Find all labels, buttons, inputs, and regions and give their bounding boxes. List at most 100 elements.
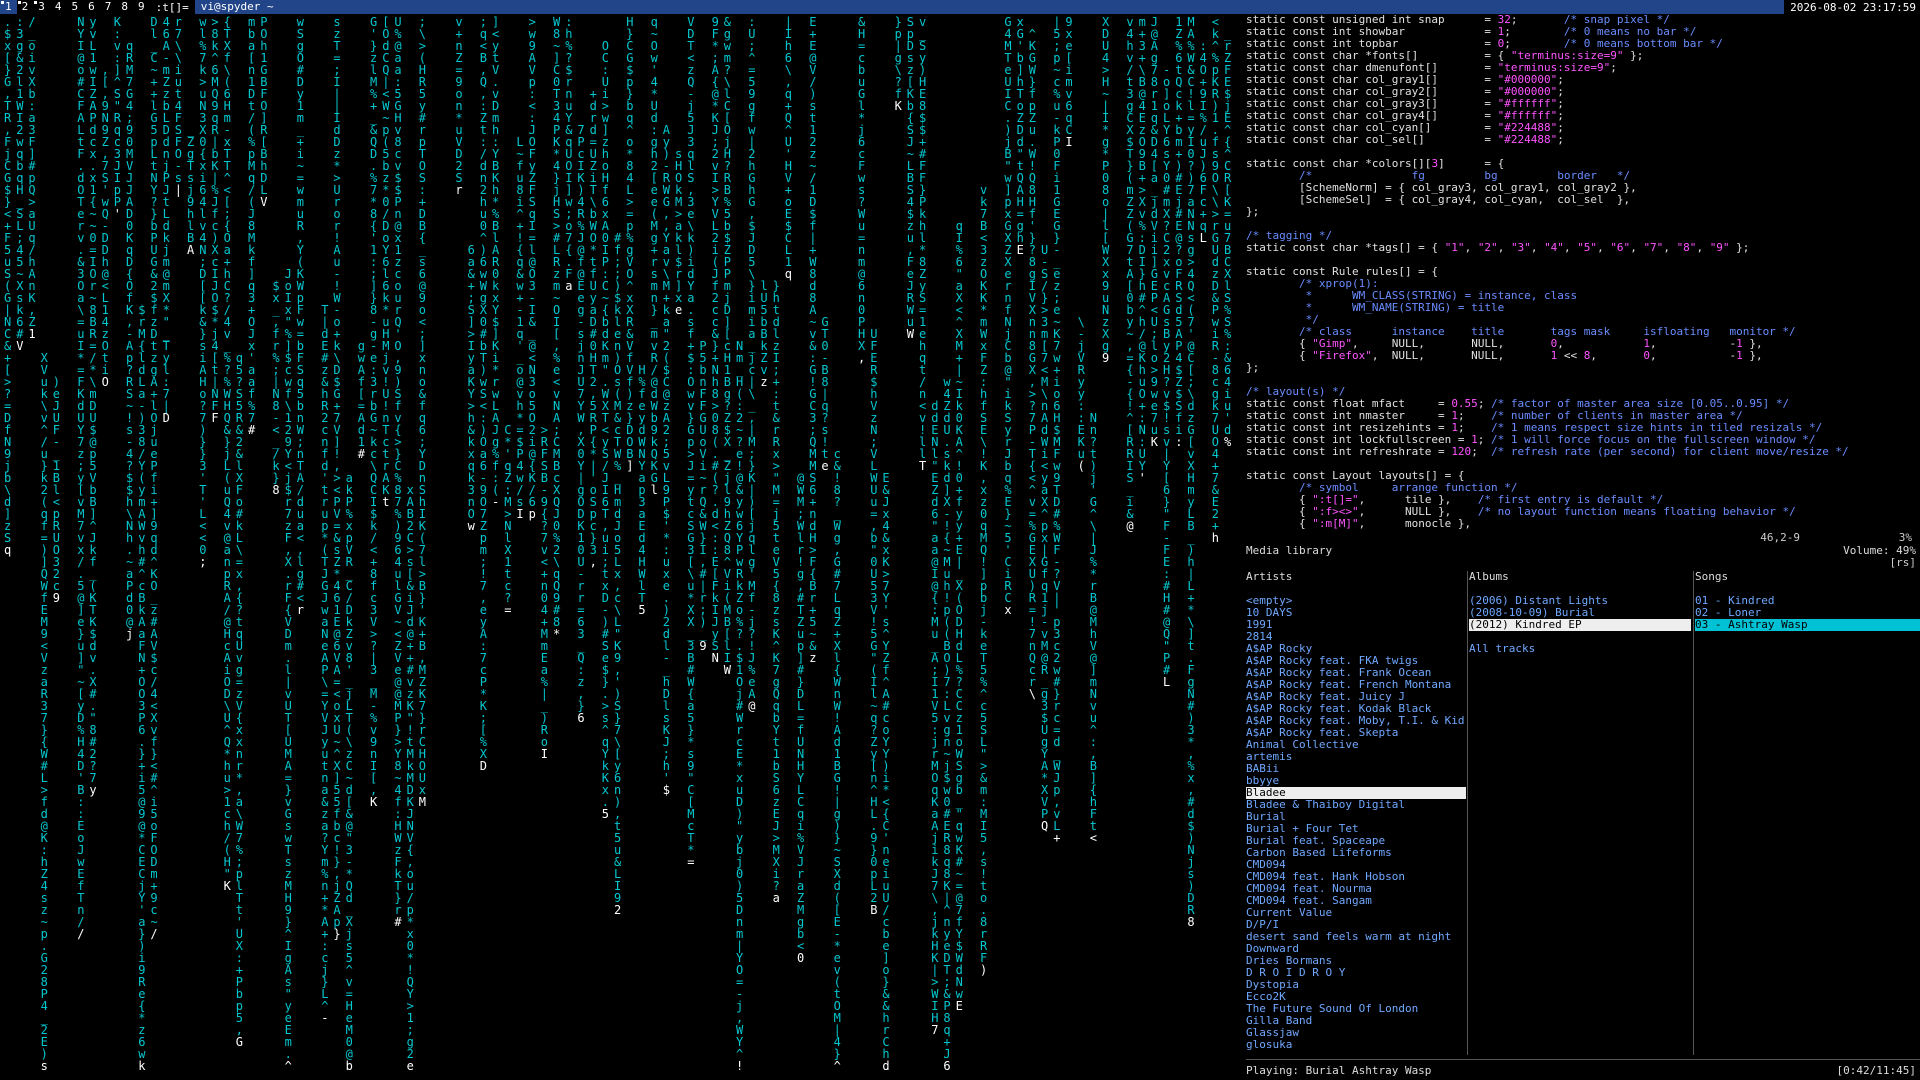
artist-item[interactable]: BABii [1246, 763, 1466, 775]
code-line: { ":m[M]", monocle }, [1246, 517, 1472, 530]
matrix-glyph: r [297, 603, 304, 617]
matrix-glyph: y [89, 783, 96, 797]
matrix-glyph: @ [1126, 519, 1133, 533]
matrix-glyph: | [175, 183, 182, 197]
matrix-rain-terminal[interactable]: . $ x[} G, T R, Fj C G $} < + F 5 u S(G | N C & +[>? = Df N 9 j b \… [0, 14, 1244, 1080]
matrix-glyph: q [4, 543, 11, 557]
tag-3[interactable]: 3 [33, 0, 50, 14]
tag-7[interactable]: 7 [100, 0, 117, 14]
albums-title: Albums [1469, 571, 1509, 583]
matrix-glyph: e [407, 1059, 414, 1073]
top-bar: 123456789 :t[]= vi@spyder ~ 2026-08-02 2… [0, 0, 1920, 14]
matrix-glyph: a [565, 279, 572, 293]
matrix-glyph: e [821, 459, 828, 473]
flags-indicator: [rs] [1889, 556, 1917, 569]
view-title: Media library [1246, 544, 1333, 557]
songs-pane[interactable]: Songs 01 - Kindred 02 - Loner 03 - Ashtray… [1695, 571, 1920, 1055]
artist-item[interactable]: 10 DAYS [1246, 607, 1466, 619]
matrix-glyph: 2 [614, 903, 621, 917]
matrix-glyph: D [480, 759, 487, 773]
matrix-glyph: G [236, 1035, 243, 1049]
matrix-glyph: @ [748, 699, 755, 713]
pane-divider [1467, 571, 1468, 1055]
matrix-glyph: E [956, 999, 963, 1013]
matrix-glyph: I [1065, 135, 1072, 149]
layout-symbol[interactable]: :t[]= [150, 1, 195, 14]
tag-1[interactable]: 1 [0, 0, 17, 14]
matrix-glyph: W [907, 327, 915, 341]
tag-9[interactable]: 9 [133, 0, 150, 14]
matrix-glyph: 5 [638, 603, 645, 617]
matrix-glyph: B [870, 903, 877, 917]
artists-title: Artists [1246, 571, 1293, 583]
code-line: [SchemeSel] = { col_gray4, col_cyan, col… [1246, 193, 1631, 206]
artist-item[interactable]: 1991 [1246, 619, 1466, 631]
matrix-glyph: L [1163, 675, 1170, 689]
matrix-glyph: ] [626, 459, 633, 473]
albums-pane[interactable]: Albums (2006) Distant Lights (2008-10-09)… [1469, 571, 1691, 1055]
artist-item[interactable]: glosuka [1246, 1039, 1466, 1051]
tag-5[interactable]: 5 [67, 0, 84, 14]
matrix-glyph: = [687, 855, 694, 869]
cmus-status-line: Playing: Burial Ashtray Wasp [0:42/11:45… [1246, 1065, 1920, 1077]
matrix-glyph: K [370, 795, 378, 809]
matrix-glyph: D [163, 411, 170, 425]
matrix-glyph: 6 [577, 711, 584, 725]
matrix-glyph: + [1053, 831, 1060, 845]
matrix-glyph: # [358, 447, 366, 461]
matrix-glyph: h [1212, 531, 1219, 545]
matrix-glyph: 8 [272, 483, 279, 497]
matrix-glyph: T [919, 459, 926, 473]
matrix-glyph: 8 [1187, 915, 1194, 929]
artist-item[interactable]: Current Value [1246, 907, 1466, 919]
matrix-glyph: * [553, 627, 560, 641]
matrix-glyph: A [187, 243, 195, 257]
matrix-glyph: l [651, 483, 658, 497]
matrix-glyph: s [41, 1059, 48, 1073]
album-item[interactable]: All tracks [1469, 643, 1691, 655]
cmus-player[interactable]: Media library Volume: 49% [rs] Artists <… [1246, 545, 1920, 1080]
code-line: * WM_NAME(STRING) = title [1246, 301, 1505, 314]
matrix-glyph: ) [980, 963, 987, 977]
tag-list: 123456789 [0, 0, 150, 14]
matrix-glyph: z [809, 651, 816, 665]
matrix-glyph: 6 [943, 1059, 950, 1073]
matrix-glyph: E [1017, 243, 1024, 257]
scroll-percent: 3% [1898, 531, 1912, 544]
matrix-glyph: 1 [28, 327, 35, 341]
matrix-glyph: q [785, 267, 792, 281]
matrix-glyph: ; [199, 555, 206, 569]
code-line: }; [1246, 205, 1260, 218]
matrix-glyph: M [419, 795, 426, 809]
matrix-glyph: V [260, 195, 267, 209]
code-line: }; [1246, 361, 1260, 374]
code-line: static const char col_sel[] = "#224488"; [1246, 133, 1564, 146]
matrix-glyph: # [248, 423, 256, 437]
matrix-glyph: w [468, 519, 476, 533]
matrix-glyph: 9 [699, 639, 706, 653]
matrix-glyph: z [760, 375, 767, 389]
song-item[interactable]: 03 - Ashtray Wasp [1695, 619, 1920, 631]
matrix-glyph: 9 [53, 591, 60, 605]
matrix-glyph: k [138, 1059, 146, 1073]
matrix-glyph: ( [1078, 459, 1085, 473]
matrix-glyph: ' [1139, 471, 1146, 485]
matrix-glyph: N [712, 651, 719, 665]
matrix-glyph: L [1200, 231, 1207, 245]
vim-status-line: 46,2-9 3% [1246, 532, 1920, 544]
album-item[interactable]: (2012) Kindred EP [1469, 619, 1691, 631]
tag-6[interactable]: 6 [83, 0, 100, 14]
artist-item[interactable]: artemis [1246, 751, 1466, 763]
matrix-glyph: / [150, 927, 157, 941]
vim-editor[interactable]: static const unsigned int snap = 32; /* … [1246, 14, 1920, 544]
tag-4[interactable]: 4 [50, 0, 67, 14]
matrix-glyph: ! [736, 1059, 743, 1073]
matrix-glyph: d [882, 1059, 889, 1073]
cursor-position: 46,2-9 [1760, 531, 1800, 544]
cmus-header: Media library Volume: 49% [1246, 545, 1920, 557]
clock: 2026-08-02 23:17:59 [1790, 0, 1916, 14]
tag-8[interactable]: 8 [116, 0, 133, 14]
artists-pane[interactable]: Artists <empty> 10 DAYS 1991 2814 A$AP Rocky… [1246, 571, 1466, 1055]
tag-2[interactable]: 2 [17, 0, 34, 14]
